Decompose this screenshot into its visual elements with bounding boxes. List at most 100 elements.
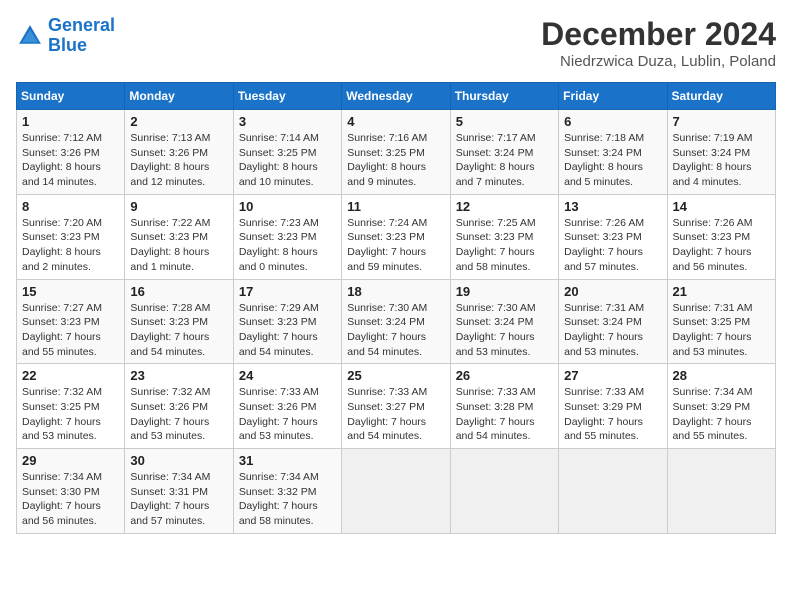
calendar-cell: 31 Sunrise: 7:34 AMSunset: 3:32 PMDayligh…	[233, 449, 341, 534]
day-number: 26	[456, 368, 553, 383]
calendar-cell: 6 Sunrise: 7:18 AMSunset: 3:24 PMDaylight…	[559, 110, 667, 195]
calendar-cell: 15 Sunrise: 7:27 AMSunset: 3:23 PMDayligh…	[17, 279, 125, 364]
day-info: Sunrise: 7:30 AMSunset: 3:24 PMDaylight:…	[456, 301, 553, 360]
calendar-cell: 29 Sunrise: 7:34 AMSunset: 3:30 PMDayligh…	[17, 449, 125, 534]
day-number: 8	[22, 199, 119, 214]
calendar-cell	[342, 449, 450, 534]
day-number: 16	[130, 284, 227, 299]
location-title: Niedrzwica Duza, Lublin, Poland	[541, 53, 776, 70]
day-number: 28	[673, 368, 770, 383]
day-info: Sunrise: 7:27 AMSunset: 3:23 PMDaylight:…	[22, 301, 119, 360]
calendar-cell: 22 Sunrise: 7:32 AMSunset: 3:25 PMDayligh…	[17, 364, 125, 449]
day-info: Sunrise: 7:26 AMSunset: 3:23 PMDaylight:…	[673, 216, 770, 275]
day-number: 5	[456, 114, 553, 129]
day-number: 20	[564, 284, 661, 299]
calendar-cell: 4 Sunrise: 7:16 AMSunset: 3:25 PMDaylight…	[342, 110, 450, 195]
day-info: Sunrise: 7:30 AMSunset: 3:24 PMDaylight:…	[347, 301, 444, 360]
day-number: 11	[347, 199, 444, 214]
day-number: 18	[347, 284, 444, 299]
day-number: 4	[347, 114, 444, 129]
day-number: 23	[130, 368, 227, 383]
day-info: Sunrise: 7:33 AMSunset: 3:27 PMDaylight:…	[347, 385, 444, 444]
calendar-cell: 3 Sunrise: 7:14 AMSunset: 3:25 PMDaylight…	[233, 110, 341, 195]
day-info: Sunrise: 7:34 AMSunset: 3:31 PMDaylight:…	[130, 470, 227, 529]
calendar-week-2: 8 Sunrise: 7:20 AMSunset: 3:23 PMDaylight…	[17, 194, 776, 279]
day-number: 13	[564, 199, 661, 214]
calendar-week-4: 22 Sunrise: 7:32 AMSunset: 3:25 PMDayligh…	[17, 364, 776, 449]
calendar-cell: 2 Sunrise: 7:13 AMSunset: 3:26 PMDaylight…	[125, 110, 233, 195]
calendar-cell: 20Sunrise: 7:31 AMSunset: 3:24 PMDayligh…	[559, 279, 667, 364]
day-info: Sunrise: 7:23 AMSunset: 3:23 PMDaylight:…	[239, 216, 336, 275]
logo-text: General Blue	[48, 16, 115, 56]
day-info: Sunrise: 7:14 AMSunset: 3:25 PMDaylight:…	[239, 131, 336, 190]
day-number: 12	[456, 199, 553, 214]
calendar-cell: 27 Sunrise: 7:33 AMSunset: 3:29 PMDayligh…	[559, 364, 667, 449]
calendar-cell: 16 Sunrise: 7:28 AMSunset: 3:23 PMDayligh…	[125, 279, 233, 364]
weekday-header-sunday: Sunday	[17, 83, 125, 110]
day-info: Sunrise: 7:34 AMSunset: 3:30 PMDaylight:…	[22, 470, 119, 529]
weekday-header-saturday: Saturday	[667, 83, 775, 110]
weekday-header-friday: Friday	[559, 83, 667, 110]
day-info: Sunrise: 7:32 AMSunset: 3:26 PMDaylight:…	[130, 385, 227, 444]
calendar-cell: 18 Sunrise: 7:30 AMSunset: 3:24 PMDayligh…	[342, 279, 450, 364]
day-number: 29	[22, 453, 119, 468]
day-info: Sunrise: 7:31 AMSunset: 3:25 PMDaylight:…	[673, 301, 770, 360]
calendar-cell: 9Sunrise: 7:22 AMSunset: 3:23 PMDaylight…	[125, 194, 233, 279]
weekday-header-wednesday: Wednesday	[342, 83, 450, 110]
day-info: Sunrise: 7:16 AMSunset: 3:25 PMDaylight:…	[347, 131, 444, 190]
day-info: Sunrise: 7:20 AMSunset: 3:23 PMDaylight:…	[22, 216, 119, 275]
calendar-cell	[450, 449, 558, 534]
month-title: December 2024	[541, 16, 776, 53]
title-block: December 2024 Niedrzwica Duza, Lublin, P…	[541, 16, 776, 70]
day-number: 17	[239, 284, 336, 299]
calendar-body: 1Sunrise: 7:12 AMSunset: 3:26 PMDaylight…	[17, 110, 776, 534]
calendar-cell	[667, 449, 775, 534]
day-number: 31	[239, 453, 336, 468]
calendar-cell: 28Sunrise: 7:34 AMSunset: 3:29 PMDayligh…	[667, 364, 775, 449]
logo: General Blue	[16, 16, 115, 56]
logo-line1: General	[48, 15, 115, 35]
day-info: Sunrise: 7:33 AMSunset: 3:28 PMDaylight:…	[456, 385, 553, 444]
day-number: 27	[564, 368, 661, 383]
day-number: 10	[239, 199, 336, 214]
calendar-cell: 30Sunrise: 7:34 AMSunset: 3:31 PMDayligh…	[125, 449, 233, 534]
day-info: Sunrise: 7:33 AMSunset: 3:26 PMDaylight:…	[239, 385, 336, 444]
logo-icon	[16, 22, 44, 50]
day-info: Sunrise: 7:24 AMSunset: 3:23 PMDaylight:…	[347, 216, 444, 275]
calendar-week-3: 15 Sunrise: 7:27 AMSunset: 3:23 PMDayligh…	[17, 279, 776, 364]
day-info: Sunrise: 7:18 AMSunset: 3:24 PMDaylight:…	[564, 131, 661, 190]
day-number: 25	[347, 368, 444, 383]
calendar-cell: 5 Sunrise: 7:17 AMSunset: 3:24 PMDaylight…	[450, 110, 558, 195]
day-number: 22	[22, 368, 119, 383]
calendar-cell: 1Sunrise: 7:12 AMSunset: 3:26 PMDaylight…	[17, 110, 125, 195]
calendar-cell: 19 Sunrise: 7:30 AMSunset: 3:24 PMDayligh…	[450, 279, 558, 364]
day-info: Sunrise: 7:13 AMSunset: 3:26 PMDaylight:…	[130, 131, 227, 190]
calendar-cell: 23 Sunrise: 7:32 AMSunset: 3:26 PMDayligh…	[125, 364, 233, 449]
day-info: Sunrise: 7:28 AMSunset: 3:23 PMDaylight:…	[130, 301, 227, 360]
day-number: 15	[22, 284, 119, 299]
weekday-header-tuesday: Tuesday	[233, 83, 341, 110]
day-info: Sunrise: 7:17 AMSunset: 3:24 PMDaylight:…	[456, 131, 553, 190]
calendar-cell: 11 Sunrise: 7:24 AMSunset: 3:23 PMDayligh…	[342, 194, 450, 279]
calendar-cell: 14Sunrise: 7:26 AMSunset: 3:23 PMDayligh…	[667, 194, 775, 279]
day-number: 3	[239, 114, 336, 129]
day-number: 6	[564, 114, 661, 129]
calendar-cell: 7Sunrise: 7:19 AMSunset: 3:24 PMDaylight…	[667, 110, 775, 195]
day-number: 7	[673, 114, 770, 129]
day-info: Sunrise: 7:32 AMSunset: 3:25 PMDaylight:…	[22, 385, 119, 444]
weekday-header-thursday: Thursday	[450, 83, 558, 110]
day-info: Sunrise: 7:25 AMSunset: 3:23 PMDaylight:…	[456, 216, 553, 275]
day-number: 2	[130, 114, 227, 129]
logo-line2: Blue	[48, 35, 87, 55]
calendar-cell: 17 Sunrise: 7:29 AMSunset: 3:23 PMDayligh…	[233, 279, 341, 364]
day-number: 19	[456, 284, 553, 299]
day-number: 24	[239, 368, 336, 383]
calendar-cell: 25 Sunrise: 7:33 AMSunset: 3:27 PMDayligh…	[342, 364, 450, 449]
day-info: Sunrise: 7:29 AMSunset: 3:23 PMDaylight:…	[239, 301, 336, 360]
day-info: Sunrise: 7:22 AMSunset: 3:23 PMDaylight:…	[130, 216, 227, 275]
calendar-cell: 12 Sunrise: 7:25 AMSunset: 3:23 PMDayligh…	[450, 194, 558, 279]
day-info: Sunrise: 7:34 AMSunset: 3:32 PMDaylight:…	[239, 470, 336, 529]
calendar-cell: 26 Sunrise: 7:33 AMSunset: 3:28 PMDayligh…	[450, 364, 558, 449]
calendar-cell: 24 Sunrise: 7:33 AMSunset: 3:26 PMDayligh…	[233, 364, 341, 449]
day-info: Sunrise: 7:33 AMSunset: 3:29 PMDaylight:…	[564, 385, 661, 444]
